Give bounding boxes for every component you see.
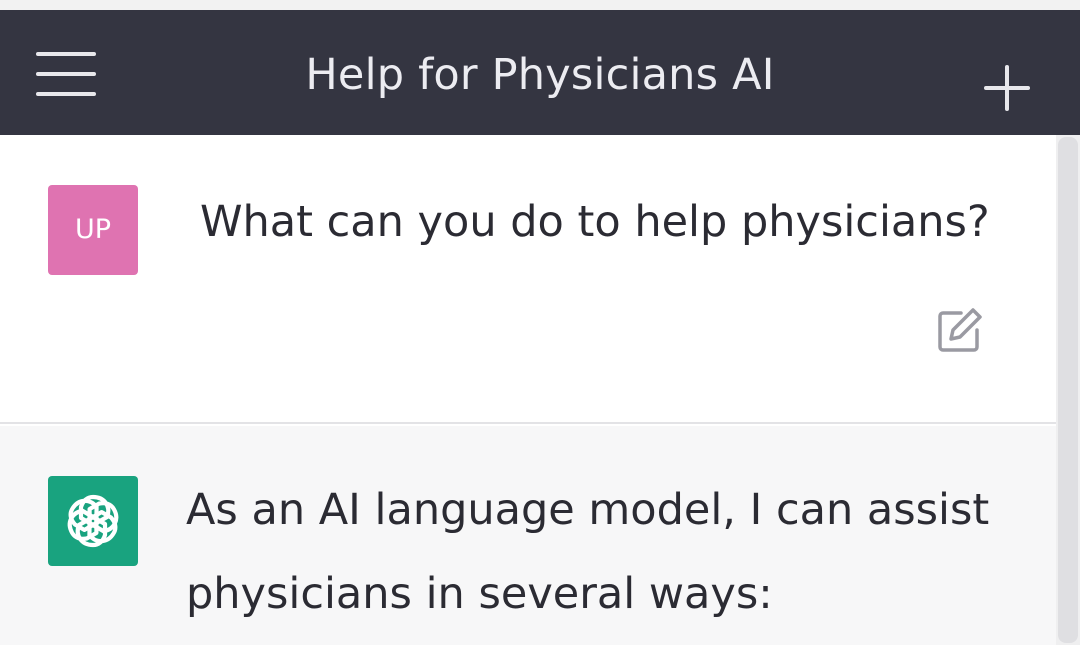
page-title: Help for Physicians AI [305,50,775,100]
app-header: Help for Physicians AI [0,10,1080,135]
assistant-message: As an AI language model, I can assist ph… [0,426,1056,645]
edit-icon[interactable] [935,305,985,355]
user-message-text: What can you do to help physicians? [200,197,990,247]
edit-icon-graphic [938,308,982,352]
user-avatar: UP [48,185,138,275]
user-message: UP What can you do to help physicians? [0,135,1056,424]
scrollbar-thumb[interactable] [1058,137,1078,643]
assistant-message-text: As an AI language model, I can assist ph… [186,485,990,619]
openai-logo-icon [67,494,119,548]
plus-icon-vertical [1005,65,1009,111]
chat-thread: UP What can you do to help physicians? A… [0,135,1056,645]
assistant-avatar [48,476,138,566]
top-edge [0,0,1080,10]
new-chat-button[interactable] [982,64,1032,114]
scrollbar[interactable] [1056,135,1080,645]
